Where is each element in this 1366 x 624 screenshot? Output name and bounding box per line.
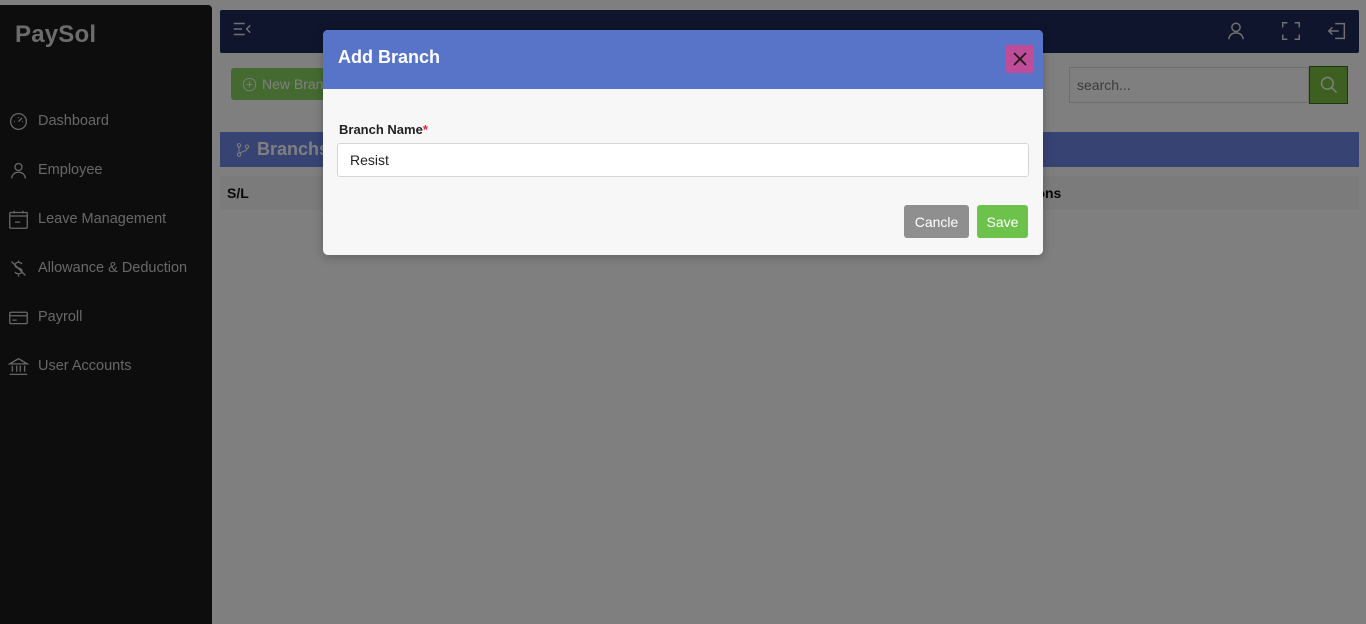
cancel-button[interactable]: Cancle	[904, 205, 969, 238]
branch-name-input[interactable]	[337, 143, 1029, 177]
branch-name-label: Branch Name*	[339, 122, 428, 137]
required-mark: *	[422, 122, 428, 137]
close-icon	[1013, 52, 1027, 66]
close-button[interactable]	[1006, 45, 1034, 73]
modal-title: Add Branch	[338, 47, 441, 67]
modal-header: Add Branch	[323, 30, 1043, 89]
save-button[interactable]: Save	[977, 205, 1028, 238]
add-branch-modal: Add Branch Branch Name* Cancle Save	[323, 30, 1043, 255]
